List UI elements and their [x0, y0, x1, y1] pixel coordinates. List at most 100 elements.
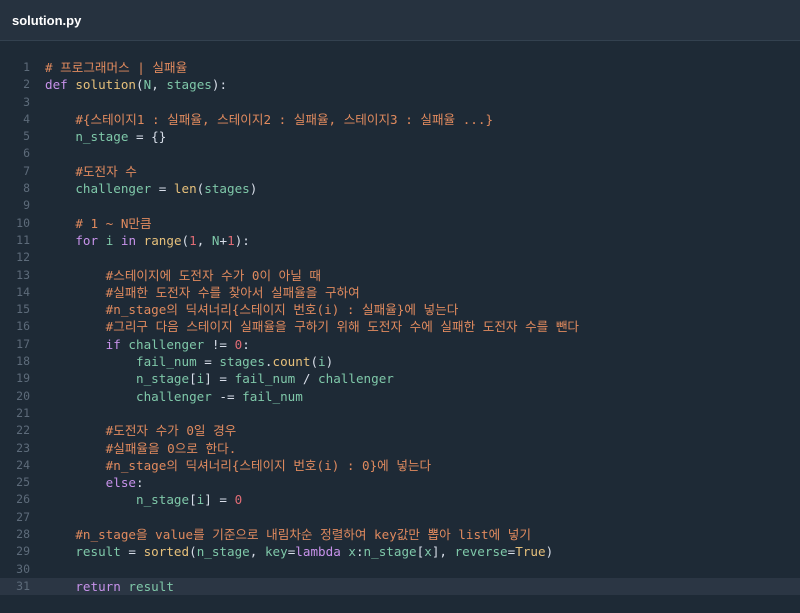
code-line[interactable]: 11 for i in range(1, N+1):	[0, 232, 800, 249]
code-token-param: n_stage	[136, 371, 190, 387]
code-text: else:	[30, 474, 144, 491]
code-token-number: 0	[234, 492, 243, 508]
code-line[interactable]: 1 # 프로그래머스 | 실패율	[0, 59, 800, 76]
code-line[interactable]: 20 challenger -= fail_num	[0, 388, 800, 405]
code-line[interactable]: 3	[0, 94, 800, 111]
code-line[interactable]: 16 #그리구 다음 스테이지 실패율을 구하기 위해 도전자 수에 실패한 도…	[0, 318, 800, 335]
code-token-param: n_stage	[75, 129, 129, 145]
code-line[interactable]: 28 #n_stage을 value를 기준으로 내림차순 정렬하여 key값만…	[0, 526, 800, 543]
code-token-param: x	[424, 544, 432, 560]
code-line[interactable]: 31 return result	[0, 577, 800, 596]
line-number: 23	[16, 440, 30, 455]
code-token-plain: ] =	[204, 492, 235, 508]
code-line[interactable]: 30	[0, 561, 800, 578]
code-token-plain: ,	[196, 232, 212, 248]
line-number: 13	[16, 267, 30, 282]
code-token-plain: (	[181, 232, 190, 248]
code-line[interactable]: 23 #실패율을 0으로 한다.	[0, 440, 800, 457]
code-token-plain: )	[325, 354, 334, 370]
code-token-keyword: for	[75, 232, 106, 248]
code-line[interactable]: 26 n_stage[i] = 0	[0, 491, 800, 508]
code-token-comment: #{스테이지1 : 실패율, 스테이지2 : 실패율, 스테이지3 : 실패율 …	[75, 111, 494, 127]
code-text: result = sorted(n_stage, key=lambda x:n_…	[30, 543, 553, 560]
code-line[interactable]: 22 #도전자 수가 0일 경우	[0, 422, 800, 439]
code-token-keyword: else	[105, 475, 137, 491]
line-number: 21	[16, 405, 30, 420]
code-text: n_stage[i] = fail_num / challenger	[30, 370, 394, 387]
code-line[interactable]: 7 #도전자 수	[0, 163, 800, 180]
code-token-func: solution	[75, 77, 137, 93]
code-line[interactable]: 6	[0, 145, 800, 162]
code-token-param: i	[318, 354, 326, 370]
code-token-comment: #도전자 수	[75, 163, 137, 179]
code-line[interactable]: 29 result = sorted(n_stage, key=lambda x…	[0, 543, 800, 560]
code-line[interactable]: 4 #{스테이지1 : 실패율, 스테이지2 : 실패율, 스테이지3 : 실패…	[0, 111, 800, 128]
code-token-param: challenger	[136, 388, 212, 404]
line-number: 7	[23, 163, 30, 178]
code-line[interactable]: 9	[0, 197, 800, 214]
code-line[interactable]: 18 fail_num = stages.count(i)	[0, 353, 800, 370]
code-token-number: 1	[227, 232, 235, 248]
code-token-plain: = {}	[128, 129, 167, 145]
line-number: 15	[16, 302, 30, 317]
code-token-plain: =	[120, 544, 144, 560]
code-token-plain: !=	[204, 336, 235, 352]
code-line[interactable]: 8 challenger = len(stages)	[0, 180, 800, 197]
code-line[interactable]: 15 #n_stage의 딕셔너리{스테이지 번호(i) : 실패율}에 넣는다	[0, 301, 800, 318]
code-token-plain: (	[136, 77, 144, 93]
code-token-param: result	[128, 578, 174, 594]
code-token-keyword: if	[105, 336, 129, 352]
code-token-plain: ],	[431, 544, 455, 560]
line-number: 28	[16, 527, 30, 542]
code-editor[interactable]: 1 # 프로그래머스 | 실패율 2 def solution(N, stages):…	[0, 59, 800, 596]
line-number: 9	[23, 198, 30, 213]
code-line[interactable]: 5 n_stage = {}	[0, 128, 800, 145]
line-number: 14	[16, 284, 30, 299]
code-line[interactable]: 19 n_stage[i] = fail_num / challenger	[0, 370, 800, 387]
code-token-comment: #그리구 다음 스테이지 실패율을 구하기 위해 도전자 수에 실패한 도전자 …	[105, 319, 580, 335]
code-token-plain: (	[189, 544, 197, 560]
code-line[interactable]: 14 #실패한 도전자 수를 찾아서 실패율을 구하여	[0, 284, 800, 301]
code-text: #도전자 수	[30, 163, 137, 180]
code-token-param: result	[75, 544, 121, 560]
line-number: 4	[23, 111, 30, 126]
code-token-plain: -=	[211, 388, 243, 404]
code-token-plain: ] =	[204, 371, 235, 387]
code-token-comment: #실패율을 0으로 한다.	[105, 440, 237, 456]
code-line[interactable]: 2 def solution(N, stages):	[0, 76, 800, 93]
code-text: return result	[30, 578, 174, 595]
line-number: 10	[16, 215, 30, 230]
code-token-plain: :	[136, 475, 144, 491]
line-number: 30	[16, 561, 30, 576]
code-token-plain: ):	[211, 77, 228, 93]
line-number: 6	[23, 146, 30, 161]
code-line[interactable]: 12	[0, 249, 800, 266]
code-token-param: N	[211, 232, 220, 248]
code-line[interactable]: 27	[0, 509, 800, 526]
code-token-keyword: in	[113, 232, 144, 248]
code-line[interactable]: 25 else:	[0, 474, 800, 491]
line-number: 12	[16, 250, 30, 265]
file-name-title: solution.py	[12, 12, 82, 28]
code-line[interactable]: 13 #스테이지에 도전자 수가 0이 아닐 때	[0, 267, 800, 284]
code-token-plain: ):	[234, 232, 250, 248]
code-text: n_stage = {}	[30, 128, 166, 145]
code-line[interactable]: 17 if challenger != 0:	[0, 336, 800, 353]
code-line[interactable]: 10 # 1 ~ N만큼	[0, 215, 800, 232]
code-line[interactable]: 24 #n_stage의 딕셔너리{스테이지 번호(i) : 0}에 넣는다	[0, 457, 800, 474]
code-text: n_stage[i] = 0	[30, 491, 242, 508]
code-token-param: n_stage	[363, 544, 417, 560]
code-line[interactable]: 21	[0, 405, 800, 422]
code-token-plain: /	[295, 371, 319, 387]
code-text: #그리구 다음 스테이지 실패율을 구하기 위해 도전자 수에 실패한 도전자 …	[30, 318, 579, 335]
